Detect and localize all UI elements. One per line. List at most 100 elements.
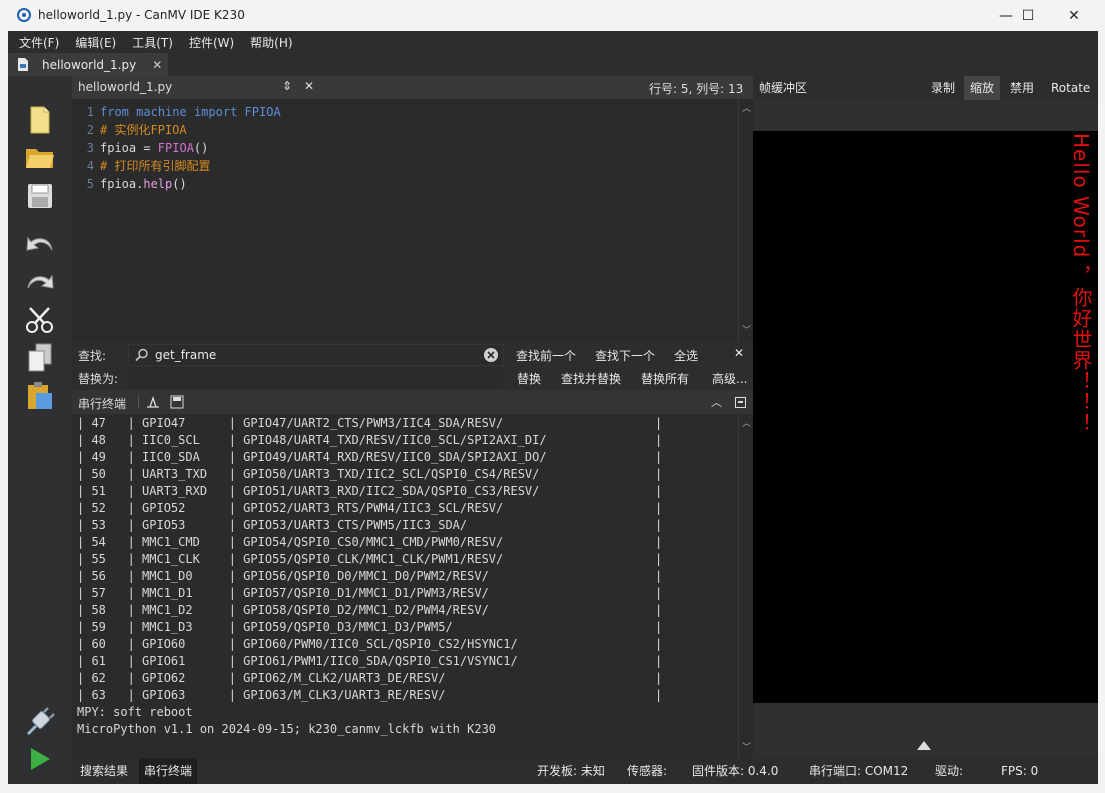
terminal-table-row: | 58 | MMC1_D2 | GPIO58/QSPI0_D2/MMC1_D2… [77,603,663,617]
toolbar-divider [138,395,139,409]
menu-help[interactable]: 帮助(H) [245,34,297,51]
code-line[interactable]: 3 fpioa = FPIOA() [72,139,209,157]
close-icon: ✕ [1068,7,1080,24]
cursor-position: 行号: 5, 列号: 13 [649,82,744,96]
line-number: 3 [86,141,94,155]
histogram-expand-icon[interactable] [917,741,931,750]
file-selector-arrows-icon[interactable]: ⇕ [282,79,292,93]
editor-scrollbar[interactable]: ︿ ﹀ [738,99,754,341]
menu-file[interactable]: 文件(F) [14,34,64,51]
disable-button[interactable]: 禁用 [1004,76,1040,100]
redo-button[interactable] [22,264,58,296]
code-token: fpioa. [100,177,144,191]
code-token: help [143,177,173,191]
status-bar: 搜索结果 串行终端 开发板: 未知 传感器: 固件版本: 0.4.0 串行端口:… [72,758,1098,784]
save-button[interactable] [22,180,58,212]
record-button[interactable]: 录制 [925,76,961,100]
scroll-down-icon[interactable]: ﹀ [742,323,751,336]
editor-header: helloworld_1.py ⇕ ✕ 行号: 5, 列号: 13 [72,76,753,99]
copy-icon [28,343,52,372]
undo-button[interactable] [22,226,58,258]
connect-button[interactable] [22,705,58,737]
menu-widgets[interactable]: 控件(W) [184,34,239,51]
file-tab[interactable]: helloworld_1.py ✕ [8,53,168,76]
close-window-button[interactable]: ✕ [1051,0,1097,31]
terminal-label: 串行终端 [78,397,127,411]
select-all-button[interactable]: 全选 [674,347,698,364]
undo-icon [26,236,53,251]
close-tab-icon[interactable]: ✕ [152,58,162,72]
collapse-up-icon[interactable]: ︿ [711,394,722,410]
frame-buffer-image: Hello World ，你好世界！！！ [753,131,1098,703]
menu-edit[interactable]: 编辑(E) [70,34,121,51]
find-previous-button[interactable]: 查找前一个 [516,347,576,364]
ide-window: helloworld_1.py - CanMV IDE K230 — ☐ ✕ 文… [0,0,1105,793]
scroll-up-icon[interactable]: ︿ [742,416,751,429]
replace-input[interactable] [128,367,502,387]
python-file-icon [18,58,28,71]
new-file-button[interactable] [22,104,58,136]
copy-button[interactable] [22,342,58,374]
replace-all-button[interactable]: 替换所有 [641,370,689,387]
terminal-save-icon[interactable] [170,395,184,409]
terminal-table-row: | 53 | GPIO53 | GPIO53/UART3_CTS/PWM5/II… [77,518,663,532]
line-number: 5 [86,177,94,191]
terminal-scrollbar[interactable]: ︿ ﹀ [738,414,754,758]
open-file-button[interactable] [22,141,58,173]
file-tab-label: helloworld_1.py [42,57,137,72]
terminal-table-row: | 60 | GPIO60 | GPIO60/PWM0/IIC0_SCL/QSP… [77,637,663,651]
float-panel-icon[interactable] [735,397,746,408]
find-and-replace-button[interactable]: 查找并替换 [561,370,621,387]
terminal-message: MPY: soft reboot [77,705,193,719]
find-replace-bar: 查找: 替换为: get_frame 查找前一个 查找下一个 全选 ✕ 替换 查… [72,341,753,390]
terminal-table-row: | 56 | MMC1_D0 | GPIO56/QSPI0_D0/MMC1_D0… [77,569,663,583]
clear-search-icon[interactable] [484,348,498,362]
sensor-status: 传感器: [627,764,668,778]
menu-tools[interactable]: 工具(T) [127,34,178,51]
close-find-icon[interactable]: ✕ [734,346,744,360]
terminal-table-row: | 63 | GPIO63 | GPIO63/M_CLK3/UART3_RE/R… [77,688,663,702]
find-label: 查找: [78,349,107,363]
scroll-down-icon[interactable]: ﹀ [742,740,751,753]
maximize-button[interactable]: ☐ [1005,0,1051,31]
serial-terminal-tab[interactable]: 串行终端 [139,758,198,784]
code-token: # 打印所有引脚配置 [100,159,211,173]
find-next-button[interactable]: 查找下一个 [595,347,655,364]
code-token: import [193,105,238,119]
app-icon [17,8,31,22]
line-number: 1 [86,105,94,119]
code-line[interactable]: 2 # 实例化FPIOA [72,121,187,139]
replace-button[interactable]: 替换 [517,370,541,387]
search-input[interactable]: get_frame [128,344,504,366]
terminal-message: MicroPython v1.1 on 2024-09-15; k230_can… [77,722,497,736]
code-token: # 实例化FPIOA [100,123,187,137]
run-button[interactable] [22,743,58,775]
terminal-table-row: | 52 | GPIO52 | GPIO52/UART3_RTS/PWM4/II… [77,501,663,515]
maximize-icon: ☐ [1021,7,1035,24]
code-token: FPIOA [157,141,194,155]
save-icon [28,184,52,208]
code-line[interactable]: 5 fpioa.help() [72,175,187,193]
left-toolbar [8,76,72,784]
rotate-button[interactable]: Rotate [1045,76,1096,100]
search-results-tab[interactable]: 搜索结果 [80,758,128,784]
code-line[interactable]: 4 # 打印所有引脚配置 [72,157,211,175]
code-line[interactable]: 1 from machine import FPIOA [72,103,281,121]
terminal-table-row: | 51 | UART3_RXD | GPIO51/UART3_RXD/IIC2… [77,484,663,498]
scroll-up-icon[interactable]: ︿ [742,101,751,114]
terminal-table-row: | 55 | MMC1_CLK | GPIO55/QSPI0_CLK/MMC1_… [77,552,663,566]
cut-button[interactable] [22,304,58,336]
terminal-clear-icon[interactable] [146,395,160,409]
advanced-button[interactable]: 高级... [712,370,747,387]
serial-port-status: 串行端口: COM12 [809,764,909,778]
code-token: fpioa = [100,141,158,155]
code-editor[interactable]: 1 from machine import FPIOA 2 # 实例化FPIOA 3 fp… [72,99,738,341]
frame-buffer-area: Hello World ，你好世界！！！ [753,100,1098,758]
paste-button[interactable] [22,380,58,412]
zoom-button[interactable]: 缩放 [964,76,1001,100]
close-editor-icon[interactable]: ✕ [304,79,314,93]
line-number: 4 [86,159,94,173]
plug-icon [26,707,55,736]
serial-terminal[interactable]: | 47 | GPIO47 | GPIO47/UART2_CTS/PWM3/II… [72,414,738,758]
